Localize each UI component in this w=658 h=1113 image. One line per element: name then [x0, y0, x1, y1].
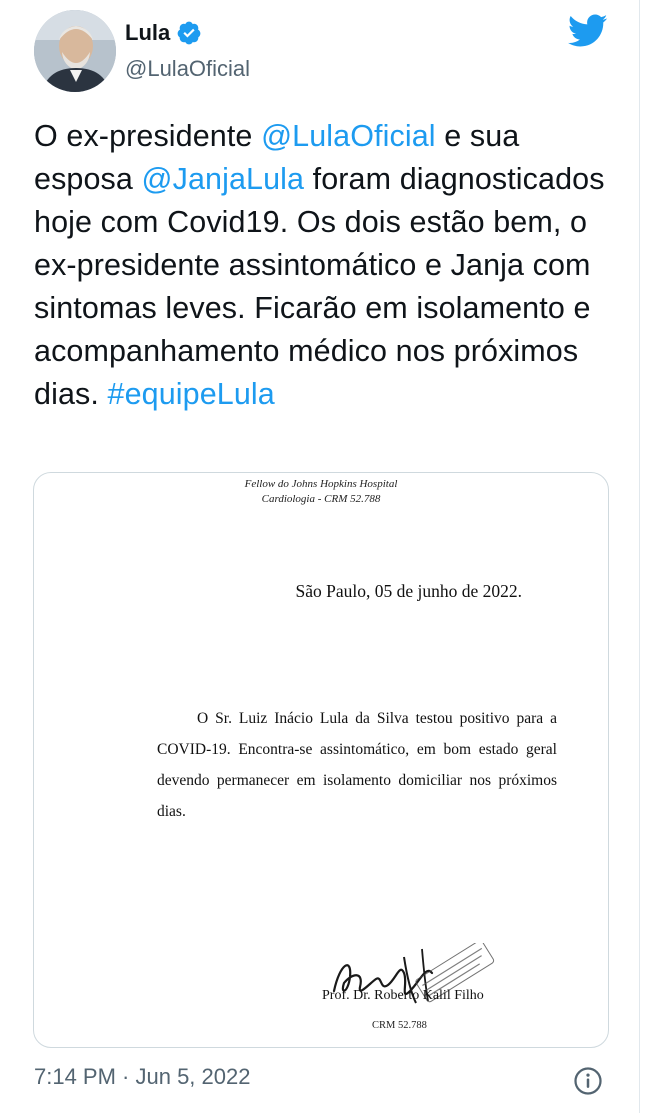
document-body-text: O Sr. Luiz Inácio Lula da Silva testou p…: [157, 703, 557, 827]
mention-link-janjalula[interactable]: @JanjaLula: [142, 162, 305, 196]
tweet-timestamp[interactable]: 7:14 PM · Jun 5, 2022: [34, 1064, 250, 1090]
tweet-text-segment: O ex-presidente: [34, 119, 262, 153]
tweet-card: Lula @LulaOficial O ex-presidente @LulaO…: [0, 0, 640, 1113]
info-icon[interactable]: [573, 1066, 603, 1096]
hashtag-link-equipelula[interactable]: #equipeLula: [108, 377, 275, 411]
letterhead-line-1: Fellow do Johns Hopkins Hospital: [244, 478, 398, 490]
document-letterhead: Fellow do Johns Hopkins Hospital Cardiol…: [34, 477, 608, 507]
document-signer: Prof. Dr. Roberto Kalil Filho: [322, 988, 484, 1003]
tweet-text-segment: foram diagnosticados hoje com Covid19. O…: [34, 162, 605, 411]
mention-link-lulaoficial[interactable]: @LulaOficial: [261, 119, 436, 153]
twitter-bird-icon[interactable]: [568, 14, 608, 48]
avatar[interactable]: [34, 10, 116, 92]
verified-badge-icon: [177, 21, 201, 45]
author-name[interactable]: Lula: [125, 20, 170, 46]
letterhead-line-2: Cardiologia - CRM 52.788: [261, 493, 381, 505]
document-date: São Paulo, 05 de junho de 2022.: [295, 581, 522, 601]
attached-medical-document-image[interactable]: Fellow do Johns Hopkins Hospital Cardiol…: [33, 472, 609, 1048]
tweet-text: O ex-presidente @LulaOficial e sua espos…: [34, 115, 624, 416]
document-body-content: O Sr. Luiz Inácio Lula da Silva testou p…: [157, 710, 557, 820]
author-name-row: Lula: [125, 20, 202, 46]
document-crm: CRM 52.788: [372, 1020, 427, 1031]
author-handle[interactable]: @LulaOficial: [125, 56, 250, 82]
